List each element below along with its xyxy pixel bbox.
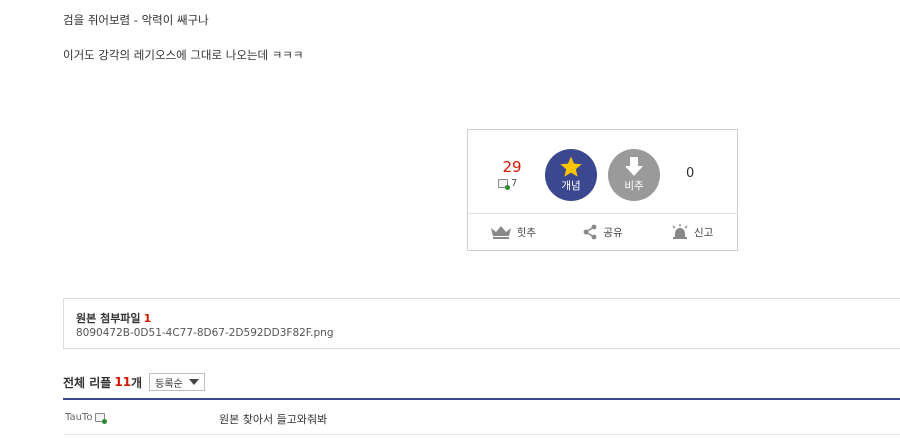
comment-sort-value: 등록순 <box>155 378 183 390</box>
comment-text: 원본 찾아서 들고와줘봐 <box>219 413 328 426</box>
attachment-file-link[interactable]: 8090472B-0D51-4C77-8D67-2D592DD3F82F.png <box>76 327 333 339</box>
fixed-member-count: 7 <box>498 178 518 190</box>
fixed-member-icon <box>95 413 108 424</box>
star-icon <box>560 156 582 177</box>
down-arrow-icon <box>625 157 643 176</box>
vote-box: 29 7 개념 비추 0 힛추 공유 신고 <box>467 129 738 251</box>
attachment-title-text: 원본 첨부파일 <box>76 312 141 325</box>
share-button[interactable]: 공유 <box>558 214 648 250</box>
comment-sort-select[interactable]: 등록순 <box>149 373 205 391</box>
vote-top-panel: 29 7 개념 비추 0 <box>468 130 737 214</box>
hit-recommend-label: 힛추 <box>516 226 536 239</box>
report-button[interactable]: 신고 <box>647 214 737 250</box>
comment-header: 전체 리플 11 개 등록순 <box>63 373 205 391</box>
comment-title: 전체 리플 <box>63 375 112 390</box>
share-icon <box>583 224 597 240</box>
concept-label: 개념 <box>561 180 581 192</box>
comment-count-unit: 개 <box>131 375 143 390</box>
nonconcept-label: 비추 <box>624 180 644 192</box>
report-label: 신고 <box>694 226 714 239</box>
attachment-box: 원본 첨부파일 1 8090472B-0D51-4C77-8D67-2D592DD… <box>63 298 900 349</box>
nonconcept-button[interactable]: 비추 <box>608 149 660 201</box>
vote-actions: 힛추 공유 신고 <box>468 214 737 250</box>
concept-button[interactable]: 개념 <box>545 149 597 201</box>
fixed-member-value: 7 <box>511 178 518 189</box>
share-label: 공유 <box>603 226 623 239</box>
fixed-member-icon <box>498 179 510 190</box>
comment-author-name: TauTo <box>65 412 93 423</box>
comment-count: 11 <box>114 375 132 389</box>
chevron-down-icon <box>188 379 199 385</box>
comment-author[interactable]: TauTo <box>65 412 108 424</box>
crown-icon <box>490 226 511 239</box>
post-text-line-1: 검을 쥐어보렴 - 악력이 쌔구나 <box>63 13 209 27</box>
downvote-count: 0 <box>686 166 695 181</box>
post-text-line-2: 이거도 강각의 레기오스에 그대로 나오는데 ㅋㅋㅋ <box>63 48 304 62</box>
attachment-count: 1 <box>143 312 152 325</box>
hit-recommend-button[interactable]: 힛추 <box>468 214 558 250</box>
attachment-title: 원본 첨부파일 1 <box>76 310 151 326</box>
comment-row: TauTo 원본 찾아서 들고와줘봐 <box>63 400 900 435</box>
siren-icon <box>672 224 688 239</box>
upvote-count: 29 <box>502 158 522 176</box>
